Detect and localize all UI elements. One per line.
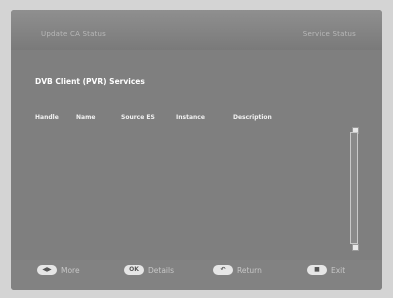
title-bar: Update CA Status Service Status <box>11 10 382 50</box>
left-right-arrows-icon: ◀▶ <box>37 265 57 275</box>
section-title: DVB Client (PVR) Services <box>35 77 145 86</box>
column-header-instance: Instance <box>176 114 205 121</box>
column-header-handle: Handle <box>35 114 59 121</box>
exit-key-icon: ■ <box>307 265 327 275</box>
tv-screen: Update CA Status Service Status DVB Clie… <box>11 10 382 290</box>
service-status-tab[interactable]: Service Status <box>303 30 356 38</box>
exit-action[interactable]: ■ Exit <box>307 264 345 276</box>
main-panel: DVB Client (PVR) Services Handle Name So… <box>11 50 382 260</box>
scrollbar[interactable] <box>350 132 358 244</box>
more-action[interactable]: ◀▶ More <box>37 264 80 276</box>
column-header-description: Description <box>233 114 272 121</box>
scroll-down-arrow-icon[interactable] <box>352 244 359 251</box>
more-label: More <box>61 265 80 275</box>
details-action[interactable]: OK Details <box>124 264 174 276</box>
column-header-source-es: Source ES <box>121 114 155 121</box>
column-header-name: Name <box>76 114 96 121</box>
return-action[interactable]: ↶ Return <box>213 264 262 276</box>
exit-label: Exit <box>331 265 346 275</box>
ok-key-icon: OK <box>124 265 144 275</box>
return-key-icon: ↶ <box>213 265 233 275</box>
details-label: Details <box>148 265 175 275</box>
update-ca-status-tab[interactable]: Update CA Status <box>41 30 106 38</box>
return-label: Return <box>237 265 262 275</box>
